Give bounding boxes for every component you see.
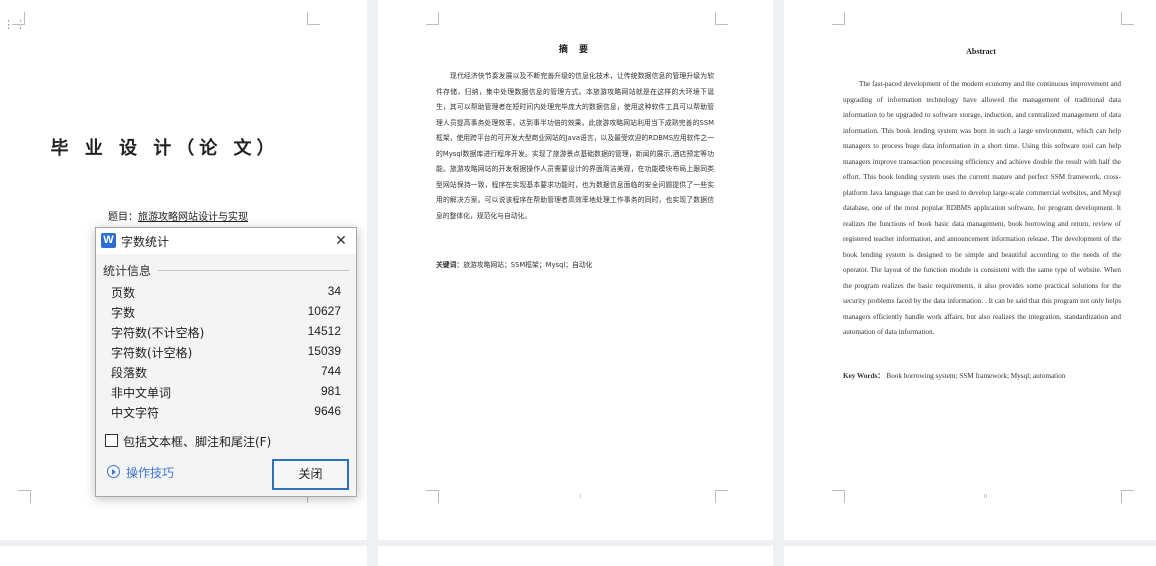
crop-mark (715, 490, 728, 503)
stat-row-non-chinese-words: 非中文单词 981 (111, 384, 341, 404)
crop-mark (832, 12, 845, 25)
word-count-dialog: W 字数统计 ✕ 统计信息 页数 34 字数 10627 字符数(不计空格) 1… (95, 227, 357, 497)
abstract-heading-en: Abstract (966, 47, 996, 56)
stat-value: 744 (320, 364, 341, 378)
keywords-label-en: Key Words： (843, 372, 885, 380)
crop-mark (307, 12, 320, 25)
stat-value: 15039 (307, 344, 341, 358)
stat-value: 10627 (307, 304, 341, 318)
include-textboxes-label[interactable]: 包括文本框、脚注和尾注(F) (123, 433, 271, 450)
crop-mark (426, 12, 439, 25)
thesis-topic: 题目：旅游攻略网站设计与实现 (108, 208, 248, 223)
keywords-value-en: Book borrowing system; SSM framework; My… (886, 372, 1066, 380)
stat-row-chars-no-spaces: 字符数(不计空格) 14512 (111, 324, 341, 344)
close-button[interactable]: 关闭 (272, 459, 349, 490)
keywords-en: Key Words： Book borrowing system; SSM fr… (843, 371, 1065, 381)
crop-mark (832, 490, 845, 503)
stats-section-label: 统计信息 (103, 264, 152, 278)
crop-mark (715, 12, 728, 25)
document-page-next (0, 546, 367, 566)
include-textboxes-checkbox[interactable] (105, 434, 118, 447)
crop-mark (1121, 12, 1134, 25)
keywords-label-cn: 关键词： (436, 261, 464, 269)
stat-value: 981 (320, 384, 341, 398)
close-icon[interactable]: ✕ (331, 231, 351, 251)
keywords-value-cn: 旅游攻略网站；SSM框架；Mysql；自动化 (463, 261, 593, 269)
crop-mark (1121, 490, 1134, 503)
stat-row-words: 字数 10627 (111, 304, 341, 324)
stat-value: 34 (327, 284, 341, 298)
stat-label: 中文字符 (111, 406, 160, 420)
stat-row-chinese-chars: 中文字符 9646 (111, 404, 341, 424)
document-page-3: Abstract The fast-paced development of t… (784, 0, 1156, 540)
abstract-heading-cn: 摘 要 (558, 45, 593, 55)
stat-label: 字符数(计空格) (111, 346, 193, 360)
crop-mark (12, 12, 25, 25)
dialog-title: 字数统计 (121, 235, 170, 249)
stat-label: 字数 (111, 306, 136, 320)
document-page-next (378, 546, 773, 566)
abstract-body-en: The fast-paced development of the modern… (843, 80, 1121, 336)
stat-value: 9646 (314, 404, 341, 418)
stat-label: 非中文单词 (111, 386, 172, 400)
page-number: I (580, 494, 582, 500)
document-page-next (784, 546, 1156, 566)
abstract-body-cn: 现代经济快节奏发展以及不断完善升级的信息化技术，让传统数据信息的管理升级为软件存… (436, 72, 714, 220)
stat-value: 14512 (307, 324, 341, 338)
stat-label: 页数 (111, 286, 136, 300)
section-divider (158, 270, 349, 271)
play-circle-icon (107, 465, 120, 478)
crop-mark (426, 490, 439, 503)
tips-label[interactable]: 操作技巧 (126, 464, 174, 481)
stat-label: 段落数 (111, 366, 148, 380)
document-page-2: 摘 要 现代经济快节奏发展以及不断完善升级的信息化技术，让传统数据信息的管理升级… (378, 0, 773, 540)
crop-mark (18, 490, 31, 503)
stat-row-chars-with-spaces: 字符数(计空格) 15039 (111, 344, 341, 364)
dialog-titlebar[interactable]: W 字数统计 ✕ (96, 228, 356, 254)
stat-label: 字符数(不计空格) (111, 326, 205, 340)
stat-row-paragraphs: 段落数 744 (111, 364, 341, 384)
page-number: II (984, 494, 987, 500)
wps-app-icon: W (101, 233, 116, 248)
thesis-title: 毕 业 设 计（论 文） (50, 138, 280, 159)
topic-value: 旅游攻略网站设计与实现 (138, 212, 248, 223)
keywords-cn: 关键词：旅游攻略网站；SSM框架；Mysql；自动化 (436, 259, 592, 269)
stat-row-pages: 页数 34 (111, 284, 341, 304)
topic-label: 题目： (108, 212, 138, 223)
